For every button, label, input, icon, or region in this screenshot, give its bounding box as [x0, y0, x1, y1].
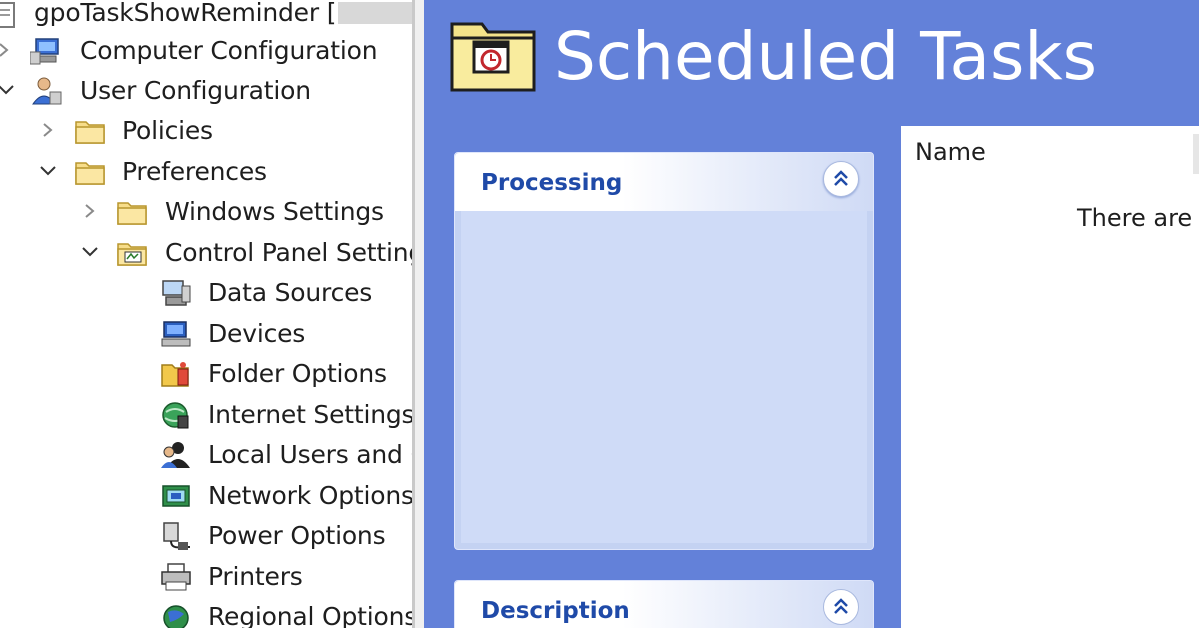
tree-item-label: Printers — [208, 562, 303, 591]
collapse-icon[interactable] — [823, 589, 859, 625]
redacted-block — [338, 2, 412, 24]
page-title: Scheduled Tasks — [554, 18, 1097, 95]
tree-item-label: Data Sources — [208, 278, 373, 307]
power-options-icon — [163, 522, 190, 550]
scheduled-tasks-folder-icon — [450, 22, 536, 92]
processing-body — [461, 211, 867, 543]
user-config-icon — [32, 77, 62, 105]
navigation-tree: gpoTaskShowReminder [ Computer Configura… — [0, 0, 412, 628]
tree-item-label: Power Options — [208, 521, 386, 550]
tasks-list[interactable]: Name There are n — [901, 126, 1199, 628]
tree-item-label: Internet Settings — [208, 400, 412, 429]
scheduled-tasks-panel: Scheduled Tasks Processing Description N… — [424, 0, 1199, 628]
processing-section: Processing — [454, 152, 874, 550]
column-header-name[interactable]: Name — [915, 138, 986, 166]
regional-options-icon — [163, 605, 189, 628]
collapse-icon[interactable] — [823, 161, 859, 197]
local-users-icon — [161, 442, 190, 468]
processing-header[interactable]: Processing — [455, 153, 873, 211]
tree-item-label: User Configuration — [80, 76, 311, 105]
tree-item-label: Devices — [208, 319, 306, 348]
tree-item-label: Network Options — [208, 481, 412, 510]
tree-item-label: Control Panel Setting — [165, 238, 412, 267]
tree-item-label: Local Users and G — [208, 440, 412, 469]
folder-icon — [75, 121, 105, 144]
chevron-right-icon[interactable] — [80, 201, 100, 221]
folder-icon — [75, 162, 105, 185]
tree-item-label: Folder Options — [208, 359, 387, 388]
chevron-down-icon[interactable] — [38, 161, 58, 181]
tree-root-label: gpoTaskShowReminder [ — [34, 0, 337, 27]
description-label: Description — [481, 598, 630, 624]
tree-item-label: Computer Configuration — [80, 36, 378, 65]
control-panel-icon — [117, 243, 147, 266]
network-options-icon — [162, 485, 190, 507]
folder-icon — [117, 202, 147, 225]
chevron-down-icon[interactable] — [80, 242, 100, 262]
tree-item-label: Windows Settings — [165, 197, 384, 226]
description-section: Description — [454, 580, 874, 628]
computer-config-icon — [30, 38, 59, 65]
internet-settings-icon — [162, 402, 189, 429]
tree-item-label: Preferences — [122, 157, 267, 186]
data-sources-icon — [162, 280, 191, 306]
description-header[interactable]: Description — [455, 581, 873, 628]
empty-list-message: There are n — [1077, 204, 1199, 232]
chevron-down-icon[interactable] — [0, 80, 16, 100]
processing-label: Processing — [481, 170, 623, 196]
devices-icon — [161, 321, 191, 347]
column-separator[interactable] — [1193, 134, 1199, 174]
gpo-document-icon — [0, 2, 15, 28]
chevron-right-icon[interactable] — [0, 40, 16, 60]
chevron-right-icon[interactable] — [38, 120, 58, 140]
folder-options-icon — [161, 362, 189, 387]
printers-icon — [161, 563, 191, 591]
tree-item-label: Policies — [122, 116, 213, 145]
pane-gutter — [415, 0, 424, 628]
tree-item-label: Regional Options — [208, 602, 412, 628]
